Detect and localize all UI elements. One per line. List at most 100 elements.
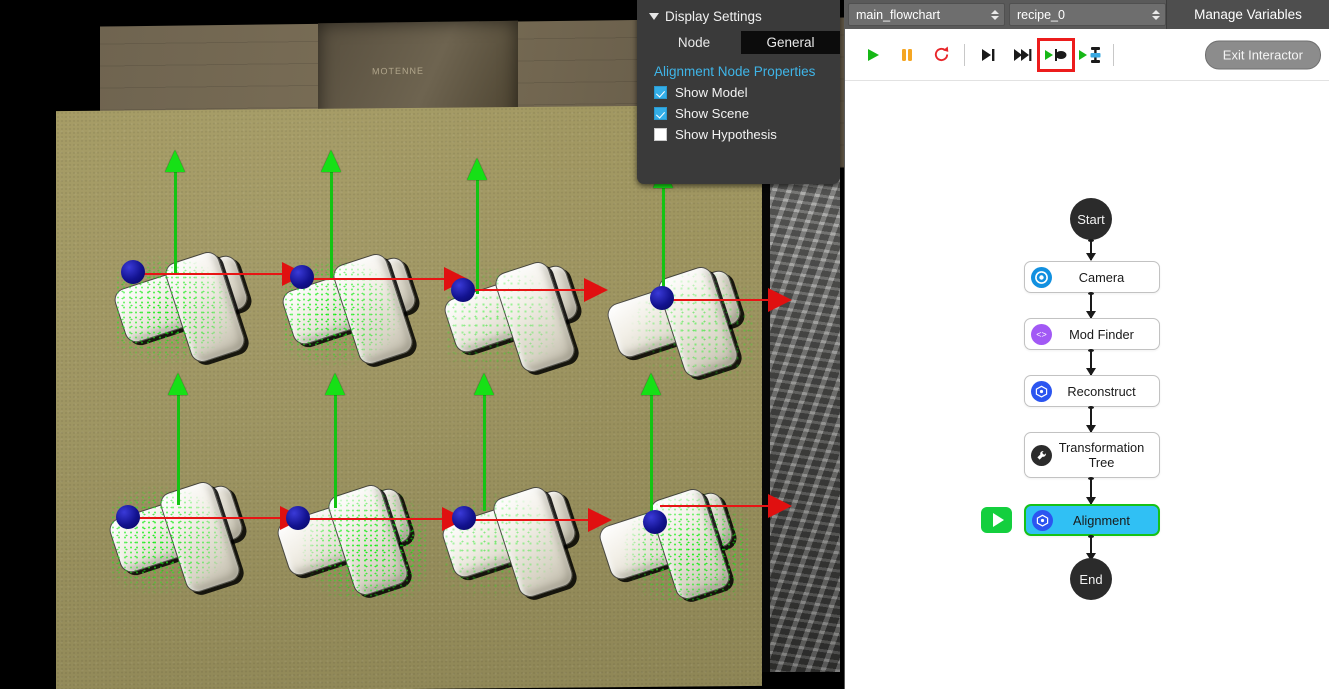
show-scene-label: Show Scene (675, 106, 750, 121)
pipe-fitting[interactable] (106, 465, 260, 596)
alignment-node-icon (1032, 509, 1053, 531)
flowchart-node-reconstruct[interactable]: Reconstruct (1024, 375, 1160, 407)
pipe-fitting[interactable] (279, 237, 433, 368)
connector (1086, 535, 1096, 561)
run-toolbar: Exit Interactor (845, 29, 1329, 81)
node-label: Reconstruct (1067, 383, 1136, 399)
pose-origin-marker (650, 286, 674, 310)
pose-x-axis (136, 506, 304, 530)
pose-z-axis (174, 170, 177, 274)
pipe-fitting[interactable] (111, 235, 265, 366)
connector (1086, 292, 1096, 319)
flowchart-node-transformation-tree[interactable]: Transformation Tree (1024, 432, 1160, 478)
flowchart-select[interactable]: main_flowchart (848, 3, 1005, 26)
node-properties-heading: Alignment Node Properties (654, 64, 816, 79)
play-icon (868, 48, 879, 61)
flowchart-node-mod-finder[interactable]: <> Mod Finder (1024, 318, 1160, 350)
reload-icon (934, 46, 948, 62)
flowchart-select-value: main_flowchart (856, 7, 941, 22)
mod-finder-node-icon: <> (1031, 323, 1052, 345)
node-label: Mod Finder (1069, 326, 1134, 342)
play-from-node-icon (1079, 46, 1101, 63)
flowchart-node-alignment[interactable]: Alignment (1024, 504, 1160, 536)
tab-node[interactable]: Node (647, 31, 741, 54)
3d-scene-viewport[interactable]: MOTENNE Display Settings Node General Al… (0, 0, 844, 689)
run-from-node-button[interactable] (1073, 40, 1107, 70)
transformation-tree-node-icon (1031, 444, 1052, 466)
display-settings-title: Display Settings (665, 9, 762, 24)
pause-button[interactable] (890, 40, 924, 70)
pose-origin-marker (286, 506, 310, 530)
exit-interactor-button[interactable]: Exit Interactor (1204, 40, 1321, 69)
step-over-button[interactable] (1005, 40, 1039, 70)
selector-bar: main_flowchart recipe_0 Manage Variables (845, 0, 1329, 29)
pose-z-axis (650, 393, 653, 511)
play-icon (992, 513, 1004, 527)
pose-z-axis (334, 393, 337, 508)
tab-general[interactable]: General (741, 31, 840, 54)
node-label: Alignment (1073, 512, 1130, 528)
show-model-label: Show Model (675, 85, 748, 100)
spinner-arrows-icon (991, 9, 999, 20)
chevron-down-icon (649, 13, 659, 20)
manage-variables-button[interactable]: Manage Variables (1166, 0, 1329, 29)
checkbox-row-show-hypothesis[interactable]: Show Hypothesis (637, 124, 840, 145)
camera-node-icon (1031, 266, 1052, 288)
pose-origin-marker (290, 265, 314, 289)
pipe-fitting[interactable] (596, 472, 750, 603)
pose-x-axis (470, 508, 612, 532)
flowchart-start-node[interactable]: Start (1070, 198, 1112, 240)
run-to-node-button[interactable] (1037, 37, 1075, 72)
step-forward-icon (981, 48, 994, 61)
pose-origin-marker (121, 260, 145, 284)
flowchart-end-node[interactable]: End (1070, 558, 1112, 600)
display-settings-panel: Display Settings Node General Alignment … (637, 0, 840, 184)
toolbar-separator (1113, 43, 1114, 66)
pose-x-axis (660, 494, 792, 518)
fast-forward-icon (1013, 48, 1031, 61)
flowchart-node-camera[interactable]: Camera (1024, 261, 1160, 293)
pose-origin-marker (452, 506, 476, 530)
connector (1086, 477, 1096, 505)
pose-x-axis (140, 262, 306, 286)
pause-icon (902, 48, 912, 61)
step-button[interactable] (971, 40, 1005, 70)
pose-origin-marker (451, 278, 475, 302)
show-scene-checkbox[interactable] (654, 107, 667, 120)
run-button[interactable] (856, 40, 890, 70)
play-to-node-icon (1045, 48, 1067, 61)
node-label: Transformation Tree (1058, 440, 1145, 470)
pipe-fitting[interactable] (439, 470, 593, 601)
pose-x-axis (304, 507, 466, 531)
checkbox-row-show-model[interactable]: Show Model (637, 82, 840, 103)
recipe-select[interactable]: recipe_0 (1009, 3, 1166, 26)
pose-z-axis (662, 186, 665, 298)
pipe-fitting[interactable] (274, 468, 428, 599)
spinner-arrows-icon (1152, 9, 1160, 20)
node-label: Camera (1078, 269, 1125, 285)
display-settings-tabs: Node General (637, 31, 840, 54)
reconstruct-node-icon (1031, 380, 1052, 402)
show-hypothesis-label: Show Hypothesis (675, 127, 777, 142)
pose-x-axis (306, 267, 468, 291)
pose-origin-marker (643, 510, 667, 534)
svg-text:<>: <> (1036, 329, 1047, 339)
show-hypothesis-checkbox[interactable] (654, 128, 667, 141)
crate-label: MOTENNE (372, 65, 424, 77)
reset-button[interactable] (924, 40, 958, 70)
show-model-checkbox[interactable] (654, 86, 667, 99)
display-settings-header[interactable]: Display Settings (637, 0, 840, 31)
pipe-fitting[interactable] (604, 250, 758, 381)
toolbar-separator (964, 43, 965, 66)
connector (1086, 239, 1096, 261)
pose-z-axis (476, 178, 479, 294)
pose-x-axis (666, 288, 792, 312)
checkbox-row-show-scene[interactable]: Show Scene (637, 103, 840, 124)
pose-z-axis (483, 393, 486, 511)
recipe-select-value: recipe_0 (1017, 7, 1065, 22)
application-window: MOTENNE Display Settings Node General Al… (0, 0, 1329, 689)
run-from-here-badge[interactable] (981, 507, 1012, 533)
pose-x-axis (466, 278, 608, 302)
pipe-fitting[interactable] (441, 245, 595, 376)
pose-z-axis (330, 170, 333, 280)
